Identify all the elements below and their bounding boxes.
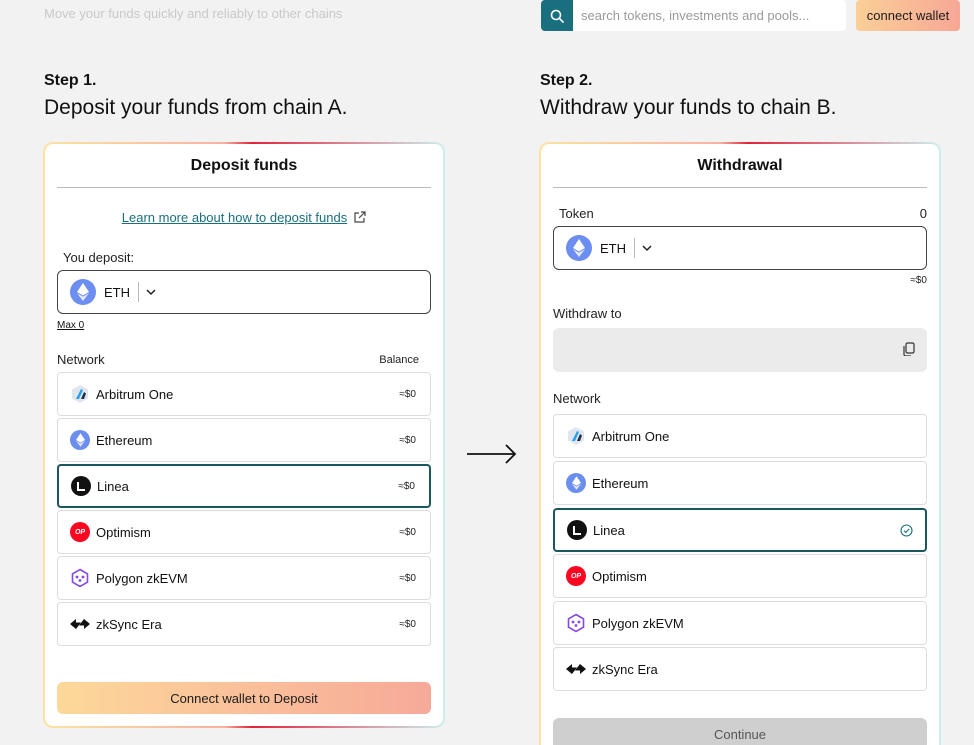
network-name: Polygon zkEVM (96, 570, 188, 586)
network-name: zkSync Era (592, 661, 658, 677)
network-label: Network (553, 391, 601, 406)
chevron-down-icon (641, 244, 653, 252)
zksync-icon (566, 659, 586, 679)
you-deposit-label: You deposit: (63, 250, 135, 265)
deposit-card: Deposit funds Learn more about how to de… (43, 142, 445, 728)
network-label: Network (57, 352, 105, 367)
deposit-network-arbitrum[interactable]: Arbitrum One ≈$0 (57, 372, 431, 416)
optimism-icon: OP (566, 566, 586, 586)
balance-label: Balance (379, 354, 419, 366)
eth-token-icon (70, 279, 96, 305)
connect-wallet-to-deposit-button[interactable]: Connect wallet to Deposit (57, 682, 431, 714)
withdraw-to-label: Withdraw to (553, 306, 622, 321)
arbitrum-icon (566, 426, 586, 446)
step1-label: Step 1. (44, 72, 97, 89)
withdraw-network-ethereum[interactable]: Ethereum (553, 461, 927, 505)
divider (634, 238, 635, 258)
network-balance: ≈$0 (399, 388, 416, 400)
network-balance: ≈$0 (399, 526, 416, 538)
copy-icon[interactable] (903, 342, 915, 356)
network-name: Arbitrum One (96, 386, 174, 402)
deposit-network-polygon[interactable]: Polygon zkEVM ≈$0 (57, 556, 431, 600)
withdraw-network-optimism[interactable]: OP Optimism (553, 554, 927, 598)
deposit-network-ethereum[interactable]: Ethereum ≈$0 (57, 418, 431, 462)
linea-icon (567, 520, 587, 540)
deposit-network-zksync[interactable]: zkSync Era ≈$0 (57, 602, 431, 646)
network-name: Polygon zkEVM (592, 615, 684, 631)
chevron-down-icon (145, 288, 157, 296)
deposit-card-title: Deposit funds (57, 144, 431, 188)
search-bar (541, 0, 846, 31)
network-name: Optimism (592, 568, 647, 584)
ethereum-icon (566, 473, 586, 493)
divider (138, 282, 139, 302)
learn-more-text: Learn more about how to deposit funds (121, 210, 348, 225)
optimism-icon: OP (70, 522, 90, 542)
network-balance: ≈$0 (398, 480, 415, 492)
continue-button[interactable]: Continue (553, 718, 927, 745)
check-circle-icon (900, 523, 913, 537)
token-label: Token (559, 206, 594, 221)
polygon-icon (70, 568, 90, 588)
network-balance: ≈$0 (399, 434, 416, 446)
deposit-token-name: ETH (104, 284, 130, 300)
step1-title: Deposit your funds from chain A. (44, 96, 348, 119)
network-name: Arbitrum One (592, 428, 670, 444)
network-name: zkSync Era (96, 616, 162, 632)
page-subtitle: Move your funds quickly and reliably to … (44, 6, 343, 21)
connect-wallet-button[interactable]: connect wallet (856, 0, 960, 31)
network-balance: ≈$0 (399, 618, 416, 630)
learn-more-link[interactable]: Learn more about how to deposit funds (45, 210, 443, 225)
ethereum-icon (70, 430, 90, 450)
withdraw-token-select[interactable]: ETH (553, 226, 927, 270)
deposit-network-optimism[interactable]: OP Optimism ≈$0 (57, 510, 431, 554)
token-value: ≈$0 (910, 275, 927, 286)
polygon-icon (566, 613, 586, 633)
search-button[interactable] (541, 0, 573, 31)
arrow-right-icon (467, 444, 517, 464)
deposit-token-select[interactable]: ETH (57, 270, 431, 314)
network-balance: ≈$0 (399, 572, 416, 584)
step2-label: Step 2. (540, 72, 593, 89)
deposit-network-linea[interactable]: Linea ≈$0 (57, 464, 431, 508)
withdraw-network-arbitrum[interactable]: Arbitrum One (553, 414, 927, 458)
search-icon (550, 9, 564, 23)
max-link[interactable]: Max 0 (57, 320, 84, 331)
withdraw-network-zksync[interactable]: zkSync Era (553, 647, 927, 691)
withdraw-token-name: ETH (600, 240, 626, 256)
external-link-icon (354, 211, 366, 223)
arbitrum-icon (70, 384, 90, 404)
withdrawal-card: Withdrawal Token 0 ETH ≈$0 Withdraw to N… (539, 142, 941, 745)
network-name: Linea (593, 522, 625, 538)
zksync-icon (70, 614, 90, 634)
network-name: Ethereum (96, 432, 153, 448)
step2-title: Withdraw your funds to chain B. (540, 96, 837, 119)
network-name: Optimism (96, 524, 151, 540)
withdrawal-card-title: Withdrawal (553, 144, 927, 188)
network-name: Ethereum (592, 475, 649, 491)
withdraw-address-field[interactable] (553, 328, 927, 372)
linea-icon (71, 476, 91, 496)
eth-token-icon (566, 235, 592, 261)
withdraw-network-linea[interactable]: Linea (553, 508, 927, 552)
network-name: Linea (97, 478, 129, 494)
withdraw-network-polygon[interactable]: Polygon zkEVM (553, 601, 927, 645)
search-input[interactable] (573, 0, 846, 31)
token-amount: 0 (919, 206, 927, 221)
